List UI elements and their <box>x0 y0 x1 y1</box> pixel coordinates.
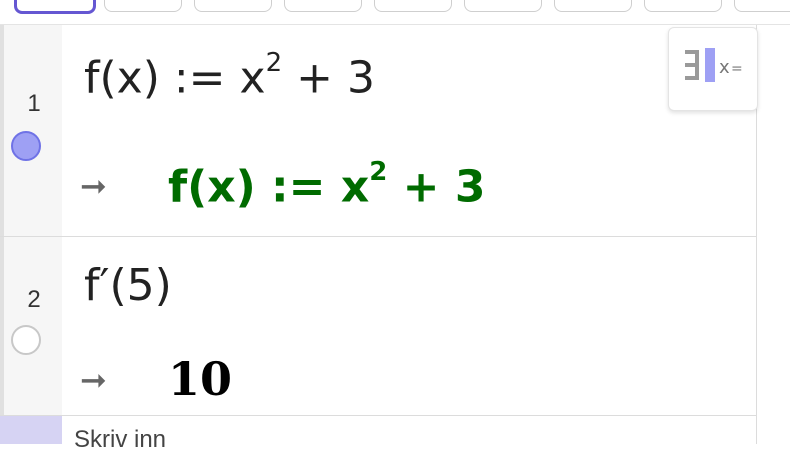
input-row-marker <box>0 416 62 444</box>
tool-button[interactable] <box>374 0 452 12</box>
input-expression-2[interactable]: f′(5) <box>84 264 172 308</box>
input-exponent: 2 <box>265 48 283 78</box>
output-arrow-icon: ➞ <box>80 167 107 205</box>
tool-button[interactable] <box>644 0 722 12</box>
tool-button[interactable] <box>194 0 272 12</box>
input-lhs: f(x) := x <box>84 52 266 104</box>
output-exponent: 2 <box>369 157 388 187</box>
visibility-off-icon[interactable] <box>11 325 41 355</box>
tool-button[interactable] <box>734 0 790 12</box>
gutter-edge <box>0 25 4 415</box>
output-expression-1: f(x) := x2 + 3 <box>168 159 486 213</box>
svg-text:=: = <box>731 61 743 77</box>
row-gutter <box>0 25 62 444</box>
tool-button[interactable] <box>464 0 542 12</box>
row-number: 2 <box>27 286 41 313</box>
row-separator <box>0 236 757 237</box>
right-margin <box>757 25 790 444</box>
tool-button[interactable] <box>104 0 182 12</box>
input-expression-1[interactable]: f(x) := x2 + 3 <box>84 50 375 104</box>
svg-text:x: x <box>719 57 730 78</box>
output-format-button[interactable]: x = <box>668 27 758 111</box>
tool-button[interactable] <box>554 0 632 12</box>
output-format-menu-icon: x = <box>685 48 743 82</box>
row-number: 1 <box>27 90 41 117</box>
tool-button[interactable] <box>284 0 362 12</box>
output-rhs: + 3 <box>387 161 486 213</box>
output-expression-2: 10 <box>168 352 233 406</box>
tool-button-active[interactable] <box>14 0 96 14</box>
toolbar <box>0 0 790 25</box>
input-rhs: + 3 <box>282 52 375 104</box>
output-arrow-icon: ➞ <box>80 361 107 399</box>
input-placeholder[interactable]: Skriv inn <box>74 426 166 454</box>
output-lhs: f(x) := x <box>168 161 370 213</box>
row-separator <box>0 415 757 416</box>
visibility-on-icon[interactable] <box>11 131 41 161</box>
